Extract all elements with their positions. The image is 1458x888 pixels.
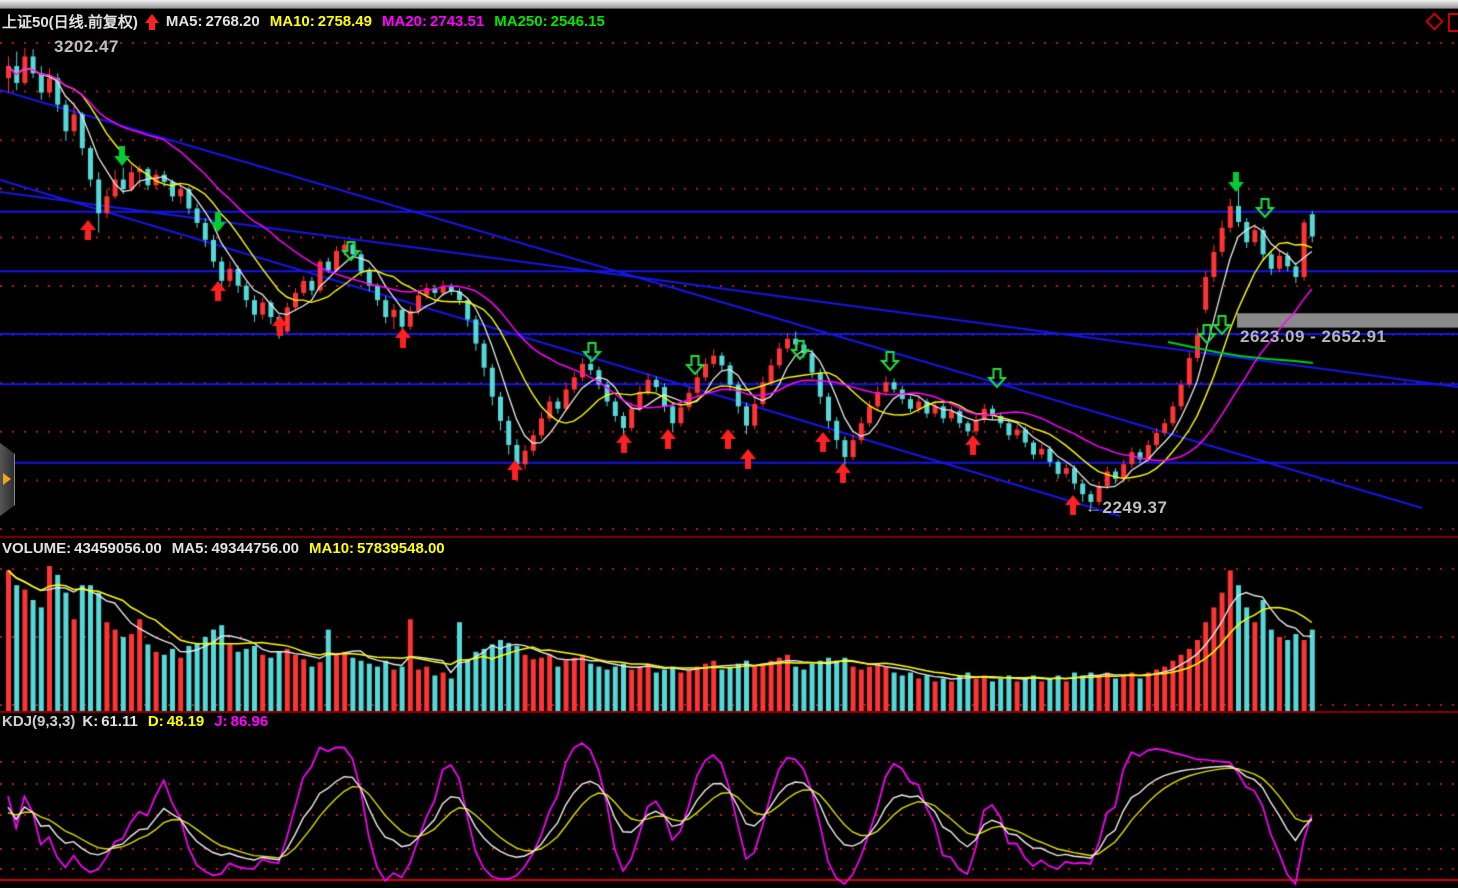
period-high-label: 3202.47 [54,37,119,57]
volume-readout: VOLUME:43459056.00 [2,540,165,557]
gap-zone-label: 2623.09 - 2652.91 [1240,327,1387,347]
period-low-label: ←2249.37 [1085,498,1167,518]
volume-ma10-readout: MA10:57839548.00 [309,540,448,557]
symbol-title: 上证50(日线.前复权) [2,11,138,32]
kdj-pane-header: KDJ(9,3,3) K:61.11 D:48.19 J:86.96 [2,713,271,730]
window-title-bar[interactable] [0,0,1458,9]
ma20-readout: MA20:2743.51 [382,13,487,30]
kdj-d-readout: D:48.19 [148,713,207,730]
kdj-j-readout: J:86.96 [214,713,271,730]
ma5-readout: MA5:2768.20 [166,13,263,30]
volume-ma5-readout: MA5:49344756.00 [172,540,302,557]
ma250-readout: MA250:2546.15 [494,13,608,30]
up-arrow-icon [145,14,159,30]
kdj-indicator-name: KDJ(9,3,3) [2,713,75,730]
main-chart-header: 上证50(日线.前复权) MA5:2768.20 MA10:2758.49 MA… [2,11,608,32]
volume-pane-header: VOLUME:43459056.00 MA5:49344756.00 MA10:… [2,540,448,557]
expand-right-icon [3,473,11,485]
main-chart-canvas[interactable] [0,0,1458,888]
side-panel-expand-handle[interactable] [0,443,15,516]
ma10-readout: MA10:2758.49 [270,13,375,30]
square-tool-icon[interactable] [1448,13,1458,32]
kdj-k-readout: K:61.11 [82,713,141,730]
chart-application-window: 上证50(日线.前复权) MA5:2768.20 MA10:2758.49 MA… [0,0,1458,888]
